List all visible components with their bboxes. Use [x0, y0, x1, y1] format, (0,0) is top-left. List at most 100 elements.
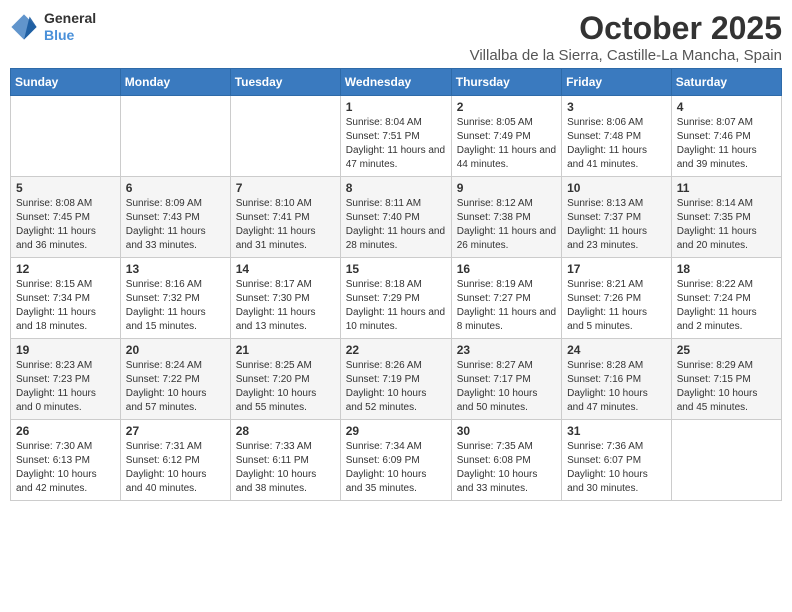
calendar-cell: 11Sunrise: 8:14 AM Sunset: 7:35 PM Dayli…	[671, 177, 781, 258]
day-info: Sunrise: 8:12 AM Sunset: 7:38 PM Dayligh…	[457, 197, 556, 253]
day-number: 15	[346, 262, 446, 276]
calendar-cell: 16Sunrise: 8:19 AM Sunset: 7:27 PM Dayli…	[451, 258, 561, 339]
day-info: Sunrise: 8:22 AM Sunset: 7:24 PM Dayligh…	[677, 278, 776, 334]
day-info: Sunrise: 7:35 AM Sunset: 6:08 PM Dayligh…	[457, 440, 556, 496]
weekday-header-monday: Monday	[120, 69, 230, 96]
calendar-cell	[230, 96, 340, 177]
day-info: Sunrise: 8:11 AM Sunset: 7:40 PM Dayligh…	[346, 197, 446, 253]
calendar-cell: 17 Sunrise: 8:21 AM Sunset: 7:26 PM Dayli…	[562, 258, 672, 339]
day-number: 3	[567, 100, 666, 114]
day-info: Sunrise: 8:08 AM Sunset: 7:45 PM Dayligh…	[16, 197, 115, 253]
calendar-cell	[671, 420, 781, 501]
calendar-cell: 31 Sunrise: 7:36 AM Sunset: 6:07 PM Dayli…	[562, 420, 672, 501]
day-number: 26	[16, 424, 115, 438]
day-number: 30	[457, 424, 556, 438]
day-number: 7	[236, 181, 335, 195]
weekday-header-wednesday: Wednesday	[340, 69, 451, 96]
calendar-cell: 5 Sunrise: 8:08 AM Sunset: 7:45 PM Daylig…	[11, 177, 121, 258]
calendar-cell: 22Sunrise: 8:26 AM Sunset: 7:19 PM Dayli…	[340, 339, 451, 420]
day-info: Sunrise: 8:14 AM Sunset: 7:35 PM Dayligh…	[677, 197, 776, 253]
day-number: 19	[16, 343, 115, 357]
calendar-cell: 18Sunrise: 8:22 AM Sunset: 7:24 PM Dayli…	[671, 258, 781, 339]
day-number: 21	[236, 343, 335, 357]
day-info: Sunrise: 7:31 AM Sunset: 6:12 PM Dayligh…	[126, 440, 225, 496]
calendar-cell: 26 Sunrise: 7:30 AM Sunset: 6:13 PM Dayli…	[11, 420, 121, 501]
day-info: Sunrise: 7:36 AM Sunset: 6:07 PM Dayligh…	[567, 440, 666, 496]
day-number: 23	[457, 343, 556, 357]
week-row-4: 19 Sunrise: 8:23 AM Sunset: 7:23 PM Dayli…	[11, 339, 782, 420]
calendar-cell: 3 Sunrise: 8:06 AM Sunset: 7:48 PM Daylig…	[562, 96, 672, 177]
calendar-cell: 24Sunrise: 8:28 AM Sunset: 7:16 PM Dayli…	[562, 339, 672, 420]
weekday-header-friday: Friday	[562, 69, 672, 96]
day-number: 5	[16, 181, 115, 195]
day-number: 4	[677, 100, 776, 114]
day-info: Sunrise: 7:34 AM Sunset: 6:09 PM Dayligh…	[346, 440, 446, 496]
day-info: Sunrise: 8:05 AM Sunset: 7:49 PM Dayligh…	[457, 116, 556, 172]
day-number: 16	[457, 262, 556, 276]
day-info: Sunrise: 8:23 AM Sunset: 7:23 PM Dayligh…	[16, 359, 115, 415]
day-info: Sunrise: 8:27 AM Sunset: 7:17 PM Dayligh…	[457, 359, 556, 415]
day-number: 27	[126, 424, 225, 438]
calendar-cell	[120, 96, 230, 177]
week-row-1: 1 Sunrise: 8:04 AM Sunset: 7:51 PM Daylig…	[11, 96, 782, 177]
calendar-cell: 4 Sunrise: 8:07 AM Sunset: 7:46 PM Daylig…	[671, 96, 781, 177]
day-info: Sunrise: 8:07 AM Sunset: 7:46 PM Dayligh…	[677, 116, 776, 172]
calendar-cell: 12Sunrise: 8:15 AM Sunset: 7:34 PM Dayli…	[11, 258, 121, 339]
weekday-header-tuesday: Tuesday	[230, 69, 340, 96]
calendar-cell: 19 Sunrise: 8:23 AM Sunset: 7:23 PM Dayli…	[11, 339, 121, 420]
day-number: 2	[457, 100, 556, 114]
day-info: Sunrise: 7:30 AM Sunset: 6:13 PM Dayligh…	[16, 440, 115, 496]
day-info: Sunrise: 8:13 AM Sunset: 7:37 PM Dayligh…	[567, 197, 666, 253]
day-number: 14	[236, 262, 335, 276]
day-info: Sunrise: 8:18 AM Sunset: 7:29 PM Dayligh…	[346, 278, 446, 334]
location-subtitle: Villalba de la Sierra, Castille-La Manch…	[470, 47, 782, 64]
logo: General Blue	[10, 10, 96, 44]
day-info: Sunrise: 8:04 AM Sunset: 7:51 PM Dayligh…	[346, 116, 446, 172]
weekday-header-sunday: Sunday	[11, 69, 121, 96]
day-info: Sunrise: 8:26 AM Sunset: 7:19 PM Dayligh…	[346, 359, 446, 415]
day-info: Sunrise: 8:17 AM Sunset: 7:30 PM Dayligh…	[236, 278, 335, 334]
header: General Blue October 2025 Villalba de la…	[10, 10, 782, 64]
weekday-header-row: SundayMondayTuesdayWednesdayThursdayFrid…	[11, 69, 782, 96]
day-number: 31	[567, 424, 666, 438]
day-number: 13	[126, 262, 225, 276]
calendar-cell: 28Sunrise: 7:33 AM Sunset: 6:11 PM Dayli…	[230, 420, 340, 501]
day-info: Sunrise: 8:16 AM Sunset: 7:32 PM Dayligh…	[126, 278, 225, 334]
day-number: 1	[346, 100, 446, 114]
day-number: 12	[16, 262, 115, 276]
day-info: Sunrise: 8:25 AM Sunset: 7:20 PM Dayligh…	[236, 359, 335, 415]
day-number: 9	[457, 181, 556, 195]
day-info: Sunrise: 8:29 AM Sunset: 7:15 PM Dayligh…	[677, 359, 776, 415]
calendar-cell: 14 Sunrise: 8:17 AM Sunset: 7:30 PM Dayli…	[230, 258, 340, 339]
calendar-cell: 30 Sunrise: 7:35 AM Sunset: 6:08 PM Dayli…	[451, 420, 561, 501]
day-info: Sunrise: 8:21 AM Sunset: 7:26 PM Dayligh…	[567, 278, 666, 334]
title-area: October 2025 Villalba de la Sierra, Cast…	[470, 10, 782, 64]
weekday-header-thursday: Thursday	[451, 69, 561, 96]
day-info: Sunrise: 7:33 AM Sunset: 6:11 PM Dayligh…	[236, 440, 335, 496]
day-number: 24	[567, 343, 666, 357]
calendar-cell: 15 Sunrise: 8:18 AM Sunset: 7:29 PM Dayli…	[340, 258, 451, 339]
calendar-cell	[11, 96, 121, 177]
weekday-header-saturday: Saturday	[671, 69, 781, 96]
calendar-cell: 21 Sunrise: 8:25 AM Sunset: 7:20 PM Dayli…	[230, 339, 340, 420]
calendar-cell: 23 Sunrise: 8:27 AM Sunset: 7:17 PM Dayli…	[451, 339, 561, 420]
day-number: 17	[567, 262, 666, 276]
day-info: Sunrise: 8:06 AM Sunset: 7:48 PM Dayligh…	[567, 116, 666, 172]
day-number: 20	[126, 343, 225, 357]
day-info: Sunrise: 8:09 AM Sunset: 7:43 PM Dayligh…	[126, 197, 225, 253]
logo-line2: Blue	[44, 27, 96, 44]
calendar-cell: 6Sunrise: 8:09 AM Sunset: 7:43 PM Daylig…	[120, 177, 230, 258]
day-number: 29	[346, 424, 446, 438]
week-row-5: 26 Sunrise: 7:30 AM Sunset: 6:13 PM Dayli…	[11, 420, 782, 501]
day-info: Sunrise: 8:24 AM Sunset: 7:22 PM Dayligh…	[126, 359, 225, 415]
calendar-cell: 10Sunrise: 8:13 AM Sunset: 7:37 PM Dayli…	[562, 177, 672, 258]
calendar-table: SundayMondayTuesdayWednesdayThursdayFrid…	[10, 68, 782, 501]
week-row-2: 5 Sunrise: 8:08 AM Sunset: 7:45 PM Daylig…	[11, 177, 782, 258]
calendar-cell: 25Sunrise: 8:29 AM Sunset: 7:15 PM Dayli…	[671, 339, 781, 420]
day-number: 8	[346, 181, 446, 195]
logo-line1: General	[44, 10, 96, 27]
logo-text: General Blue	[44, 10, 96, 44]
calendar-cell: 27 Sunrise: 7:31 AM Sunset: 6:12 PM Dayli…	[120, 420, 230, 501]
calendar-cell: 7 Sunrise: 8:10 AM Sunset: 7:41 PM Daylig…	[230, 177, 340, 258]
day-info: Sunrise: 8:10 AM Sunset: 7:41 PM Dayligh…	[236, 197, 335, 253]
